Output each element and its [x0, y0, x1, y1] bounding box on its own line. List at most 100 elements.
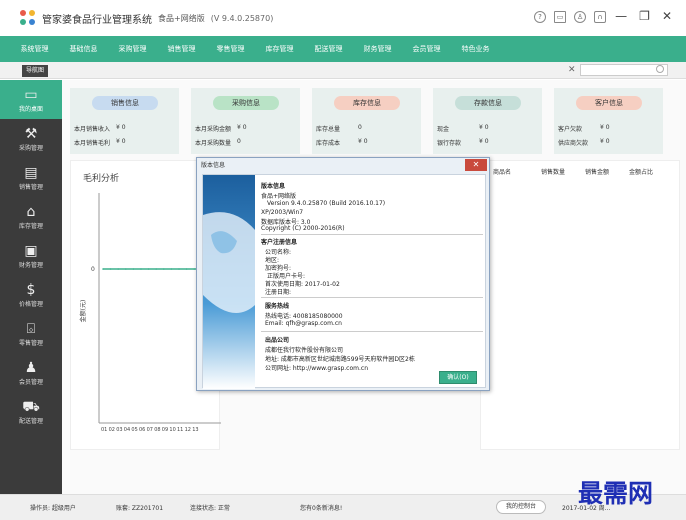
card-row-label: 本月销售收入	[74, 126, 111, 133]
sidebar-item-label: 采购管理	[18, 145, 43, 152]
data-point	[193, 268, 195, 270]
ranking-panel: 商品名 销售数量 销售金额 金额占比	[480, 160, 680, 450]
x-tick-label: 02	[109, 427, 115, 433]
chart-icon: ▤	[24, 165, 38, 181]
monitor-icon: ▭	[24, 87, 38, 103]
menu-purchase[interactable]: 采购管理	[108, 44, 157, 54]
sidebar-item-delivery[interactable]: ⛟ 配送管理	[0, 392, 62, 431]
card-title: 销售信息	[92, 96, 158, 110]
globe-banner-image	[203, 175, 255, 389]
card-row-value: ¥ 0	[116, 124, 126, 131]
menu-member[interactable]: 会员管理	[402, 44, 451, 54]
sidebar-item-purchase[interactable]: ⚒ 采购管理	[0, 119, 62, 158]
sidebar-item-label: 配送管理	[18, 418, 43, 425]
status-account: 账套: ZZ201701	[116, 505, 164, 512]
data-point	[109, 268, 112, 270]
lock-icon[interactable]: ∩	[594, 11, 606, 23]
deposit-card[interactable]: 存款信息 现金 ¥ 0 银行存款 ¥ 0	[433, 88, 542, 154]
menu-sales[interactable]: 销售管理	[157, 44, 206, 54]
sidebar-item-desktop[interactable]: ▭ 我的桌面	[0, 80, 62, 119]
dialog-body: 版本信息 食品+网络版 Version 9.4.0.25870 (Build 2…	[202, 174, 486, 389]
sales-card[interactable]: 销售信息 本月销售收入 ¥ 0 本月销售毛利 ¥ 0	[70, 88, 179, 154]
minimize-button[interactable]: —	[615, 9, 627, 23]
cart-icon: ⚒	[24, 126, 38, 142]
menu-inventory[interactable]: 库存管理	[255, 44, 304, 54]
customer-card[interactable]: 客户信息 客户欠款 ¥ 0 供应商欠款 ¥ 0	[554, 88, 663, 154]
sidebar-item-label: 会员管理	[18, 379, 43, 386]
clear-search-icon[interactable]: ✕	[568, 65, 576, 75]
close-button[interactable]: ✕	[662, 9, 672, 23]
x-tick-label: 01	[101, 427, 107, 433]
menu-finance[interactable]: 财务管理	[353, 44, 402, 54]
card-row-label: 库存总量	[316, 126, 341, 133]
title-bar: 管家婆食品行业管理系统 食品+网络版 (V 9.4.0.25870) ? ▭ ♙…	[0, 0, 686, 36]
column-header[interactable]: 金额占比	[629, 167, 653, 176]
publisher-address: 地址: 成都市高新区世纪城南路599号天府软件园D区2栋	[265, 356, 415, 363]
column-header[interactable]: 销售数量	[541, 167, 565, 176]
divider	[261, 331, 483, 332]
card-row-label: 本月采购金额	[195, 126, 232, 133]
sidebar-item-sales[interactable]: ▤ 销售管理	[0, 158, 62, 197]
card-title: 库存信息	[334, 96, 400, 110]
reg-section-title: 客户注册信息	[261, 239, 298, 246]
y-axis-label: 金额(元)	[79, 300, 87, 323]
app-version: (V 9.4.0.25870)	[210, 13, 274, 23]
tab-home[interactable]: 导航图	[22, 65, 49, 77]
x-tick-label: 09	[162, 427, 168, 433]
maximize-button[interactable]: ❐	[639, 9, 650, 23]
version-line: Version 9.4.0.25870 (Build 2016.10.17)	[267, 200, 386, 207]
menu-retail[interactable]: 零售管理	[206, 44, 255, 54]
money-icon: ▣	[24, 243, 38, 259]
x-tick-label: 05	[131, 427, 137, 433]
column-header[interactable]: 销售金额	[585, 167, 609, 176]
sidebar: ▭ 我的桌面 ⚒ 采购管理 ▤ 销售管理 ⌂ 库存管理 ▣ 财务管理 $ 价格管…	[0, 80, 62, 494]
basket-icon: ⌺	[26, 321, 36, 337]
dialog-close-button[interactable]: ✕	[465, 159, 487, 171]
sidebar-item-label: 价格管理	[18, 301, 43, 308]
ok-button[interactable]: 确认(O)	[439, 371, 477, 384]
sidebar-item-label: 零售管理	[18, 340, 43, 347]
my-console-button[interactable]: 我的控制台	[496, 500, 546, 514]
inventory-card[interactable]: 库存信息 库存总量 0 库存成本 ¥ 0	[312, 88, 421, 154]
sidebar-item-finance[interactable]: ▣ 财务管理	[0, 236, 62, 275]
reg-date: 注册日期:	[265, 289, 292, 296]
menu-system[interactable]: 系统管理	[10, 44, 59, 54]
sidebar-item-price[interactable]: $ 价格管理	[0, 275, 62, 314]
card-row-label: 本月销售毛利	[74, 140, 111, 147]
hotline-section-title: 服务热线	[265, 303, 290, 310]
menu-delivery[interactable]: 配送管理	[304, 44, 353, 54]
data-point	[125, 268, 127, 270]
search-input[interactable]	[580, 64, 668, 76]
menu-special[interactable]: 特色业务	[451, 44, 500, 54]
sidebar-item-label: 财务管理	[18, 262, 43, 269]
sidebar-item-member[interactable]: ♟ 会员管理	[0, 353, 62, 392]
x-tick-label: 03	[116, 427, 122, 433]
status-messages[interactable]: 您有0条新消息!	[300, 503, 342, 512]
card-row-value: ¥ 0	[116, 138, 126, 145]
card-title: 采购信息	[213, 96, 279, 110]
purchase-card[interactable]: 采购信息 本月采购金额 ¥ 0 本月采购数量 0	[191, 88, 300, 154]
column-header[interactable]: 商品名	[493, 167, 511, 176]
product-name: 食品+网络版	[261, 193, 297, 200]
menu-bar: 系统管理 基础信息 采购管理 销售管理 零售管理 库存管理 配送管理 财务管理 …	[0, 36, 686, 62]
user-icon[interactable]: ♙	[574, 11, 586, 23]
publisher-company: 成都任我行软件股份有限公司	[265, 347, 344, 354]
data-point	[132, 268, 135, 270]
x-tick-label: 12	[185, 427, 191, 433]
search-icon[interactable]	[656, 65, 664, 73]
card-title: 存款信息	[455, 96, 521, 110]
card-row-value: ¥ 0	[600, 124, 610, 131]
data-point	[163, 268, 165, 270]
copyright: Copyright (C) 2000-2016(R)	[261, 225, 345, 232]
card-row-value: 0	[237, 138, 241, 145]
help-icon[interactable]: ?	[534, 11, 546, 23]
app-logo-icon	[20, 10, 36, 26]
data-point	[155, 268, 157, 270]
data-point	[178, 268, 180, 270]
dollar-icon: $	[26, 282, 36, 298]
sidebar-item-retail[interactable]: ⌺ 零售管理	[0, 314, 62, 353]
sidebar-item-inventory[interactable]: ⌂ 库存管理	[0, 197, 62, 236]
about-dialog: 版本信息 ✕ 版本信息 食品+网络版 Version 9.4.0.25870 (…	[196, 157, 490, 391]
menu-basic-info[interactable]: 基础信息	[59, 44, 108, 54]
message-icon[interactable]: ▭	[554, 11, 566, 23]
